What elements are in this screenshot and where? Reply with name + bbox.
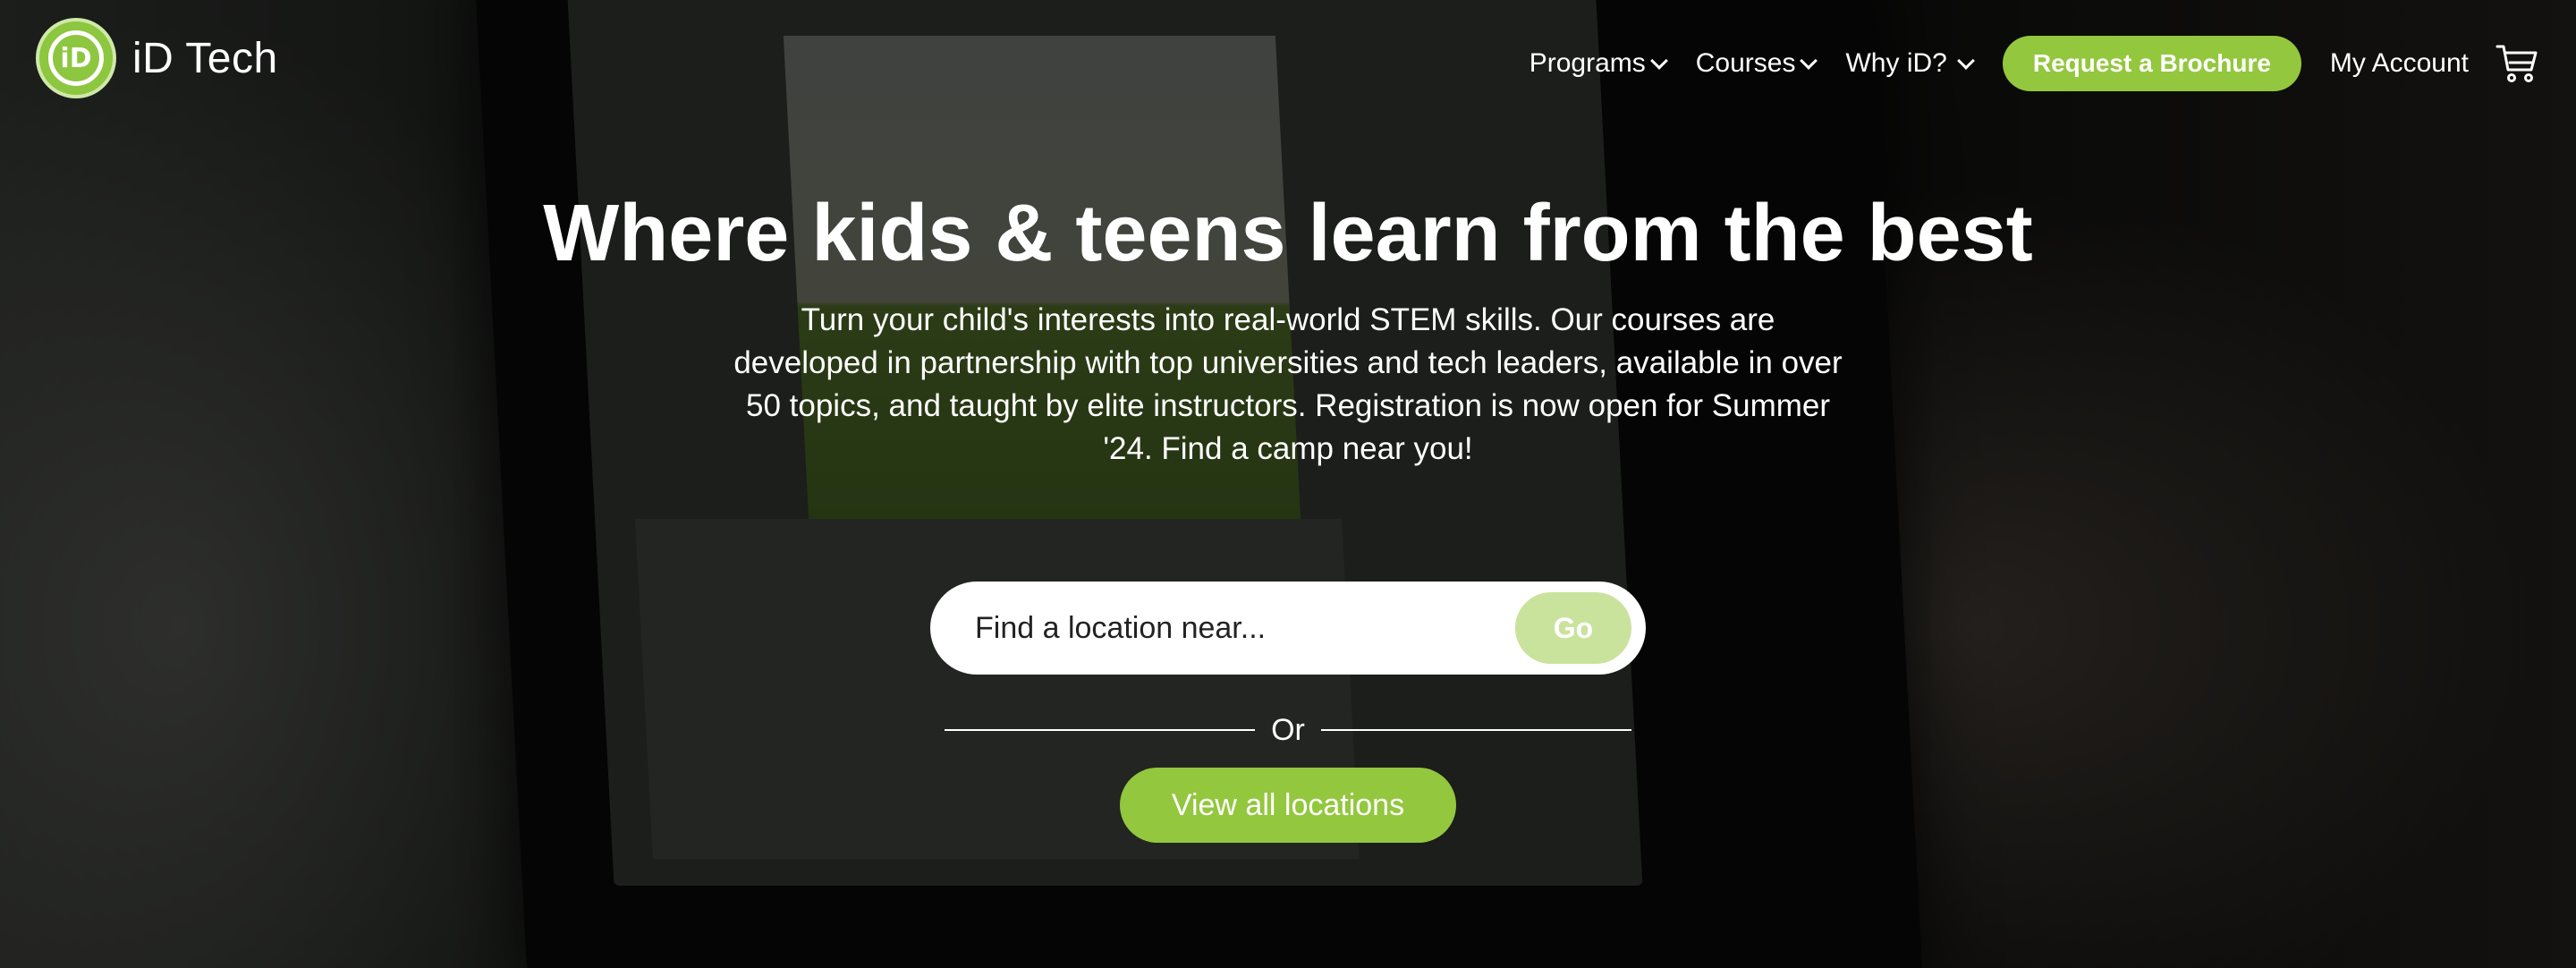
or-divider: Or — [945, 712, 1631, 748]
cart-icon[interactable] — [2496, 42, 2540, 85]
chevron-down-icon — [1649, 52, 1668, 70]
hero-section: iD iD Tech Programs Courses Why iD? Requ… — [0, 0, 2576, 968]
main-nav: Programs Courses Why iD? Request a Broch… — [1530, 36, 2540, 91]
logo-text: iD Tech — [132, 34, 278, 82]
go-button[interactable]: Go — [1515, 592, 1631, 664]
divider-line-right — [1320, 729, 1631, 731]
divider-line-left — [945, 729, 1256, 731]
hero-title: Where kids & teens learn from the best — [543, 189, 2033, 278]
hero-description: Turn your child's interests into real-wo… — [733, 302, 1843, 466]
request-brochure-button[interactable]: Request a Brochure — [2002, 36, 2301, 91]
view-all-locations-button[interactable]: View all locations — [1120, 768, 1456, 843]
nav-item-programs[interactable]: Programs — [1529, 48, 1668, 79]
location-search: Go — [930, 582, 1646, 675]
nav-item-label: Why iD? — [1845, 48, 1947, 78]
nav-item-label: Programs — [1529, 48, 1646, 78]
nav-item-why-id[interactable]: Why iD? — [1845, 48, 1975, 79]
nav-item-courses[interactable]: Courses — [1695, 48, 1818, 79]
chevron-down-icon — [1956, 52, 1975, 70]
nav-item-label: Courses — [1695, 48, 1796, 78]
chevron-down-icon — [1800, 52, 1818, 70]
location-search-input[interactable] — [973, 609, 1515, 647]
or-label: Or — [1271, 712, 1305, 747]
my-account-link[interactable]: My Account — [2330, 48, 2469, 79]
logo-mark-text: iD — [48, 30, 104, 86]
logo[interactable]: iD iD Tech — [36, 18, 278, 98]
logo-icon: iD — [36, 18, 116, 98]
